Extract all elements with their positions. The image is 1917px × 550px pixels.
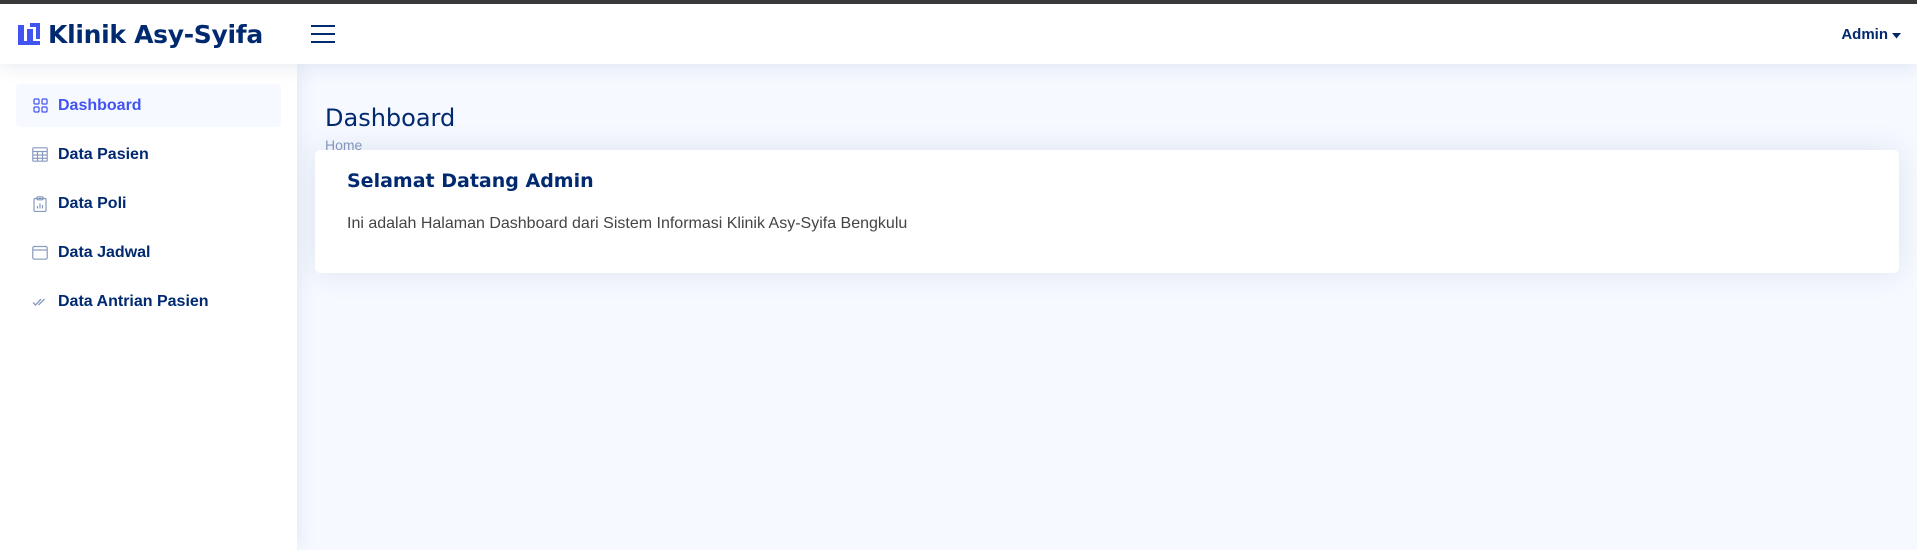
table-icon [32, 147, 48, 163]
sidebar: Dashboard Data Pasien Data Poli Data Jad… [0, 64, 297, 550]
caret-down-icon [1892, 26, 1901, 43]
sidebar-item-data-jadwal[interactable]: Data Jadwal [16, 231, 281, 274]
card-user: Admin [525, 170, 594, 192]
sidebar-item-data-pasien[interactable]: Data Pasien [16, 133, 281, 176]
sidebar-item-data-antrian-pasien[interactable]: Data Antrian Pasien [16, 280, 281, 323]
welcome-card: Selamat Datang Admin Ini adalah Halaman … [315, 150, 1899, 273]
sidebar-item-dashboard[interactable]: Dashboard [16, 84, 281, 127]
check-all-icon [32, 294, 48, 310]
user-name: Admin [1841, 26, 1888, 43]
clipboard-data-icon [32, 195, 48, 212]
calendar-icon [32, 245, 48, 261]
sidebar-item-label: Data Pasien [58, 145, 149, 163]
sidebar-item-label: Data Jadwal [58, 243, 151, 261]
page-title: Dashboard [325, 104, 456, 132]
card-greeting: Selamat Datang [347, 170, 519, 192]
hamburger-menu-icon[interactable] [310, 22, 336, 46]
sidebar-item-data-poli[interactable]: Data Poli [16, 182, 281, 225]
top-header: Klinik Asy-Syifa Admin [0, 4, 1917, 64]
sidebar-item-label: Data Antrian Pasien [58, 292, 209, 310]
card-title: Selamat Datang Admin [347, 170, 1867, 192]
brand-logo[interactable]: Klinik Asy-Syifa [16, 17, 263, 51]
brand-logo-icon [16, 21, 42, 47]
app-name: Klinik Asy-Syifa [48, 19, 263, 49]
grid-icon [32, 98, 48, 114]
sidebar-item-label: Data Poli [58, 194, 127, 212]
sidebar-item-label: Dashboard [58, 96, 142, 114]
user-dropdown[interactable]: Admin [1841, 26, 1901, 43]
main-content: Dashboard Home Selamat Datang Admin Ini … [297, 64, 1917, 550]
card-text: Ini adalah Halaman Dashboard dari Sistem… [347, 215, 908, 232]
